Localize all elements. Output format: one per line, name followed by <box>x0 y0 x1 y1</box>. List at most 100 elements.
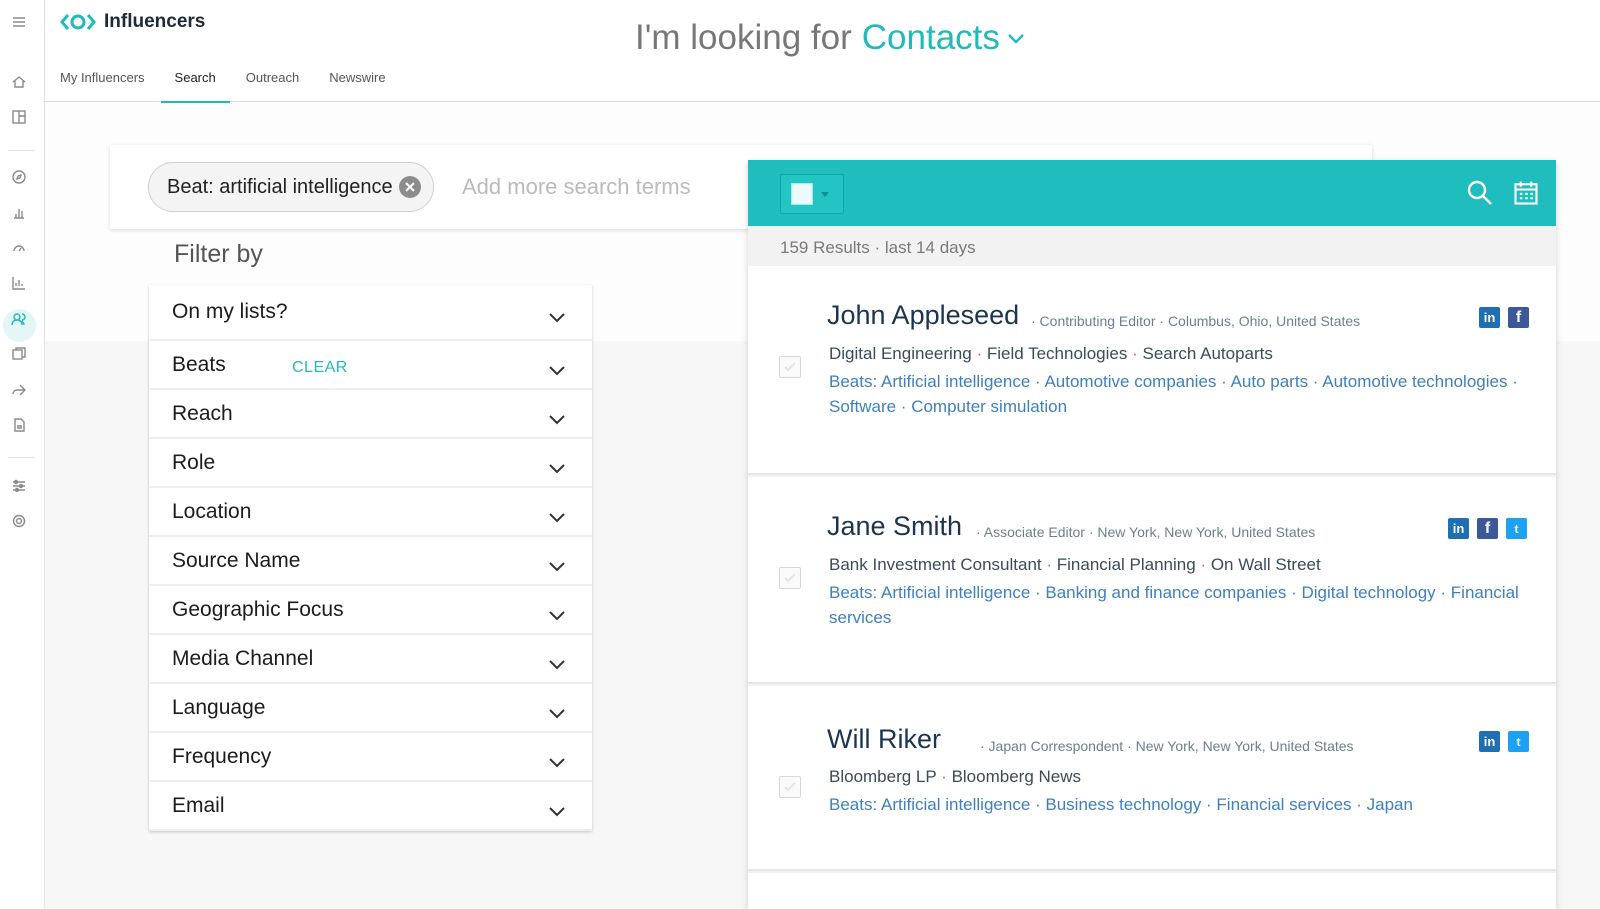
contact-card <box>748 873 1556 909</box>
search-term-chip[interactable]: Beat: artificial intelligence <box>148 162 434 212</box>
chevron-down-icon <box>548 506 566 522</box>
contact-card: Jane Smith · Associate Editor · New York… <box>748 477 1556 684</box>
search-term-chip-label: Beat: artificial intelligence <box>167 175 393 198</box>
social-links: in f t <box>1448 518 1527 539</box>
contact-meta: · Japan Correspondent · New York, New Yo… <box>980 738 1354 754</box>
publish-icon[interactable] <box>10 345 28 363</box>
contact-checkbox[interactable] <box>779 356 801 378</box>
select-all-dropdown[interactable] <box>780 174 844 214</box>
page-headline: I'm looking for Contacts <box>635 18 1026 58</box>
filter-label: Frequency <box>172 744 272 768</box>
brand-name: Influencers <box>104 11 206 32</box>
document-icon[interactable] <box>10 416 28 434</box>
contact-outlets: Bank Investment Consultant · Financial P… <box>829 555 1321 574</box>
search-input[interactable] <box>462 167 742 207</box>
filter-label: Email <box>172 793 225 817</box>
contact-name[interactable]: Will Riker <box>827 724 941 755</box>
tab-search[interactable]: Search <box>160 70 230 104</box>
contact-name[interactable]: Jane Smith <box>827 511 962 542</box>
org-chart-icon[interactable] <box>10 204 28 222</box>
contact-beats: Beats: Artificial intelligence · Busines… <box>829 795 1413 814</box>
filter-role[interactable]: Role <box>149 439 592 488</box>
filter-label: Geographic Focus <box>172 597 344 621</box>
facebook-icon[interactable]: f <box>1477 518 1498 539</box>
explore-icon[interactable] <box>10 168 28 186</box>
entity-type-selector[interactable]: Contacts <box>862 18 1000 58</box>
left-nav-rail <box>0 0 45 909</box>
filter-label: Role <box>172 450 216 474</box>
rail-divider <box>8 457 34 458</box>
main-tabs: My Influencers Search Outreach Newswire <box>60 70 402 104</box>
filter-label: On my lists? <box>172 300 288 323</box>
chevron-down-icon <box>548 306 566 323</box>
dashboard-icon[interactable] <box>10 108 28 126</box>
results-toolbar <box>748 160 1556 226</box>
chevron-down-icon <box>548 800 566 816</box>
filter-language[interactable]: Language <box>149 684 592 733</box>
contact-beats: Beats: Artificial intelligence · Banking… <box>829 583 1519 627</box>
chevron-down-icon <box>548 408 566 424</box>
outlet-name[interactable]: Search Autoparts <box>1142 344 1272 363</box>
social-links: in t <box>1479 731 1529 752</box>
filter-label: Beats <box>172 352 226 376</box>
clear-beats-button[interactable]: CLEAR <box>292 359 348 377</box>
chevron-down-icon[interactable] <box>1006 31 1026 45</box>
calendar-icon[interactable] <box>1512 177 1540 209</box>
tab-newswire[interactable]: Newswire <box>315 70 399 104</box>
filter-location[interactable]: Location <box>149 488 592 537</box>
filter-media-channel[interactable]: Media Channel <box>149 635 592 684</box>
twitter-icon[interactable]: t <box>1508 731 1529 752</box>
hamburger-menu-icon[interactable] <box>10 13 28 31</box>
outlet-name[interactable]: Field Technologies <box>987 344 1128 363</box>
outlet-name[interactable]: Bank Investment Consultant <box>829 555 1042 574</box>
search-icon[interactable] <box>1464 177 1496 209</box>
gear-icon[interactable] <box>10 512 28 530</box>
contact-outlets: Bloomberg LP · Bloomberg News <box>829 767 1082 786</box>
remove-chip-icon[interactable] <box>398 176 421 198</box>
outlet-name[interactable]: Digital Engineering <box>829 344 972 363</box>
filter-beats[interactable]: Beats CLEAR <box>149 341 592 390</box>
filter-frequency[interactable]: Frequency <box>149 733 592 782</box>
filter-on-my-lists[interactable]: On my lists? <box>149 285 592 341</box>
outlet-name[interactable]: Bloomberg LP <box>829 767 936 786</box>
tab-my-influencers[interactable]: My Influencers <box>60 70 159 104</box>
settings-sliders-icon[interactable] <box>10 477 28 495</box>
chevron-down-icon <box>548 751 566 767</box>
linkedin-icon[interactable]: in <box>1479 731 1500 752</box>
rail-divider <box>8 150 34 151</box>
contact-checkbox[interactable] <box>779 776 801 798</box>
analytics-icon[interactable] <box>10 274 28 292</box>
filter-list: On my lists? Beats CLEAR Reach Role Locat… <box>149 285 592 831</box>
social-links: in f <box>1479 307 1529 328</box>
brand-logo-icon <box>60 14 96 30</box>
contact-name[interactable]: John Appleseed <box>827 300 1019 331</box>
filter-geographic-focus[interactable]: Geographic Focus <box>149 586 592 635</box>
facebook-icon[interactable]: f <box>1508 307 1529 328</box>
filter-label: Source Name <box>172 548 301 572</box>
brand[interactable]: Influencers <box>60 11 205 33</box>
outlet-name[interactable]: Bloomberg News <box>952 767 1081 786</box>
monitor-icon[interactable] <box>10 239 28 257</box>
contact-card: John Appleseed · Contributing Editor · C… <box>748 266 1556 475</box>
filter-label: Location <box>172 499 252 523</box>
filter-source-name[interactable]: Source Name <box>149 537 592 586</box>
chevron-down-icon <box>548 555 566 571</box>
filter-label: Media Channel <box>172 646 314 670</box>
linkedin-icon[interactable]: in <box>1479 307 1500 328</box>
home-icon[interactable] <box>10 73 28 91</box>
influencers-icon[interactable] <box>10 310 28 328</box>
twitter-icon[interactable]: t <box>1506 518 1527 539</box>
tab-outreach[interactable]: Outreach <box>232 70 313 104</box>
outlet-name[interactable]: Financial Planning <box>1057 555 1196 574</box>
filter-email[interactable]: Email <box>149 782 592 831</box>
share-icon[interactable] <box>10 381 28 399</box>
outlet-name[interactable]: On Wall Street <box>1211 555 1321 574</box>
filter-reach[interactable]: Reach <box>149 390 592 439</box>
contact-checkbox[interactable] <box>779 567 801 589</box>
linkedin-icon[interactable]: in <box>1448 518 1469 539</box>
select-all-checkbox[interactable] <box>791 183 813 205</box>
chevron-down-icon <box>548 604 566 620</box>
results-summary: 159 Results · last 14 days <box>780 238 976 257</box>
filter-label: Reach <box>172 401 233 425</box>
headline-prefix: I'm looking for <box>635 18 852 57</box>
